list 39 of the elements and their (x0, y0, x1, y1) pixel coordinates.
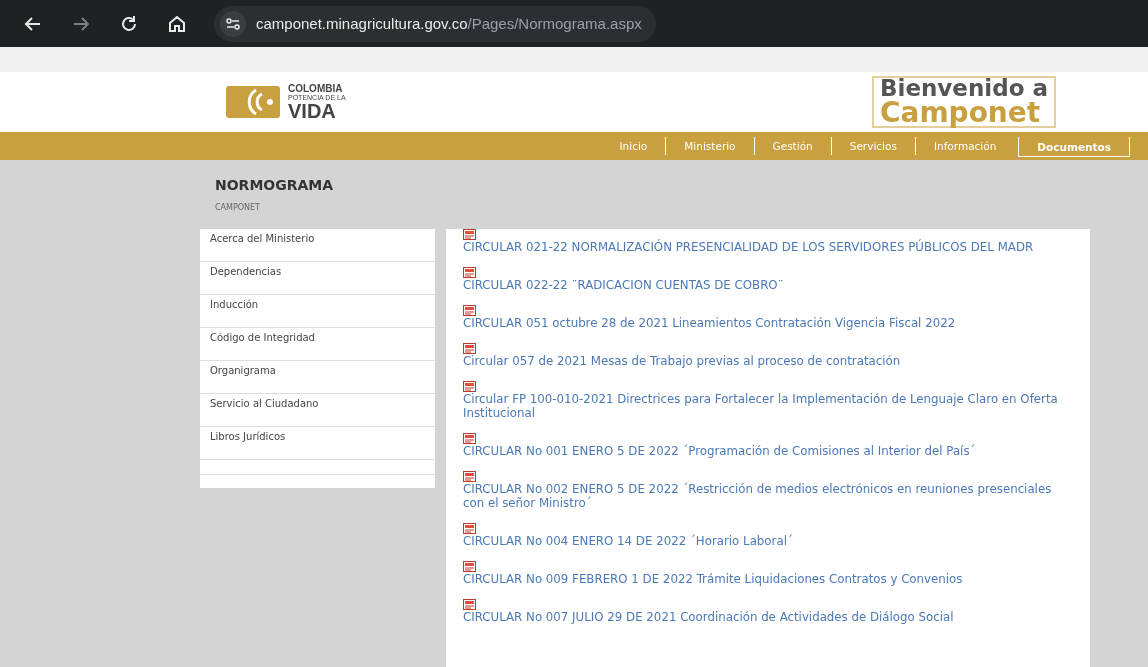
sidebar-item[interactable]: Dependencias (200, 262, 435, 295)
pdf-icon (463, 267, 476, 278)
document-link[interactable]: CIRCULAR 022-22 ¨RADICACION CUENTAS DE COBRO¨ (463, 278, 784, 292)
pdf-icon (463, 523, 476, 534)
page-title: NORMOGRAMA (215, 177, 335, 193)
pdf-icon (463, 305, 476, 316)
document-link[interactable]: Circular FP 100-010-2021 Directrices para Fortalecer la Implementación de Lenguaje Claro en Oferta Institucional (463, 392, 1073, 420)
sidebar-item[interactable]: Servicio al Ciudadano (200, 394, 435, 427)
document-link[interactable]: CIRCULAR 051 octubre 28 de 2021 Lineamientos Contratación Vigencia Fiscal 2022 (463, 316, 956, 330)
logo-icon (226, 86, 280, 118)
sidebar-item[interactable]: Libros Jurídicos (200, 427, 435, 460)
pdf-icon (463, 343, 476, 354)
document-link[interactable]: CIRCULAR No 002 ENERO 5 DE 2022 ´Restricción de medios electrónicos en reuniones presenciales con el señor Ministro´ (463, 482, 1073, 510)
document-link[interactable]: CIRCULAR 021-22 NORMALIZACIÓN PRESENCIALIDAD DE LOS SERVIDORES PÚBLICOS DEL MADR (463, 240, 1034, 254)
pdf-icon (463, 599, 476, 610)
sidebar-item[interactable]: Organigrama (200, 361, 435, 394)
nav-tab[interactable]: Documentos (1018, 137, 1130, 157)
pdf-icon (463, 471, 476, 482)
nav-tab[interactable]: Información (914, 137, 1015, 155)
breadcrumb: CAMPONET (215, 203, 261, 212)
logo-text: VIDA (288, 100, 337, 121)
document-link[interactable]: Circular 057 de 2021 Mesas de Trabajo previas al proceso de contratación (463, 354, 901, 368)
pdf-icon (463, 433, 476, 444)
sidebar-item[interactable]: Inducción (200, 295, 435, 328)
logo-text: COLOMBIA (288, 83, 344, 94)
document-link[interactable]: CIRCULAR No 001 ENERO 5 DE 2022 ´Programación de Comisiones al Interior del País´ (463, 444, 976, 458)
nav-tab[interactable]: Ministerio (665, 137, 754, 155)
pdf-icon (463, 381, 476, 392)
welcome-banner: Bienvenido a Camponet (871, 75, 1056, 129)
site-settings-icon[interactable] (220, 10, 246, 37)
document-link[interactable]: CIRCULAR No 007 JULIO 29 DE 2021 Coordinación de Actividades de Diálogo Social (463, 610, 954, 624)
nav-tab[interactable]: Servicios (830, 137, 915, 155)
pdf-icon (463, 561, 476, 572)
sidebar-item[interactable]: Acerca del Ministerio (200, 229, 435, 262)
document-link[interactable]: CIRCULAR No 004 ENERO 14 DE 2022 ´Horario Laboral´ (463, 534, 793, 548)
sidebar-item[interactable]: Código de Integridad (200, 328, 435, 361)
nav-tab[interactable]: Gestión (753, 137, 831, 155)
document-link[interactable]: CIRCULAR No 009 FEBRERO 1 DE 2022 Trámite Liquidaciones Contratos y Convenios (463, 572, 963, 586)
nav-tab[interactable]: Inicio (601, 137, 666, 155)
